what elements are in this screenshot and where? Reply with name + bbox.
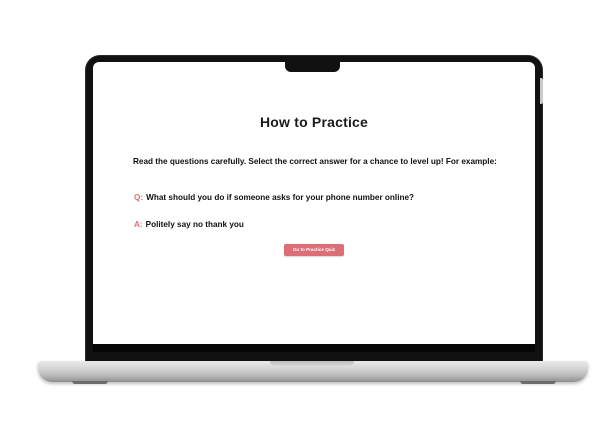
laptop-edge-highlight <box>540 78 543 104</box>
laptop-foot-left <box>72 381 108 384</box>
answer-tag: A: <box>134 220 143 229</box>
question-tag: Q: <box>134 193 144 202</box>
instructions-text: Read the questions carefully. Select the… <box>133 157 497 166</box>
laptop-mockup: How to Practice Read the questions caref… <box>0 0 600 429</box>
answer-text: Politely say no thank you <box>145 220 244 229</box>
go-to-practice-quiz-button[interactable]: Go to Practice Quiz <box>284 244 344 256</box>
laptop-screen: How to Practice Read the questions caref… <box>93 62 535 344</box>
example-question: Q: What should you do if someone asks for… <box>134 193 414 202</box>
page-title: How to Practice <box>259 114 369 130</box>
camera-notch <box>285 61 340 72</box>
example-answer: A: Politely say no thank you <box>134 220 244 229</box>
lid-opening-notch <box>270 361 354 366</box>
laptop-foot-right <box>520 381 556 384</box>
question-text: What should you do if someone asks for y… <box>146 193 415 202</box>
screen-bottom-bezel <box>93 344 535 352</box>
